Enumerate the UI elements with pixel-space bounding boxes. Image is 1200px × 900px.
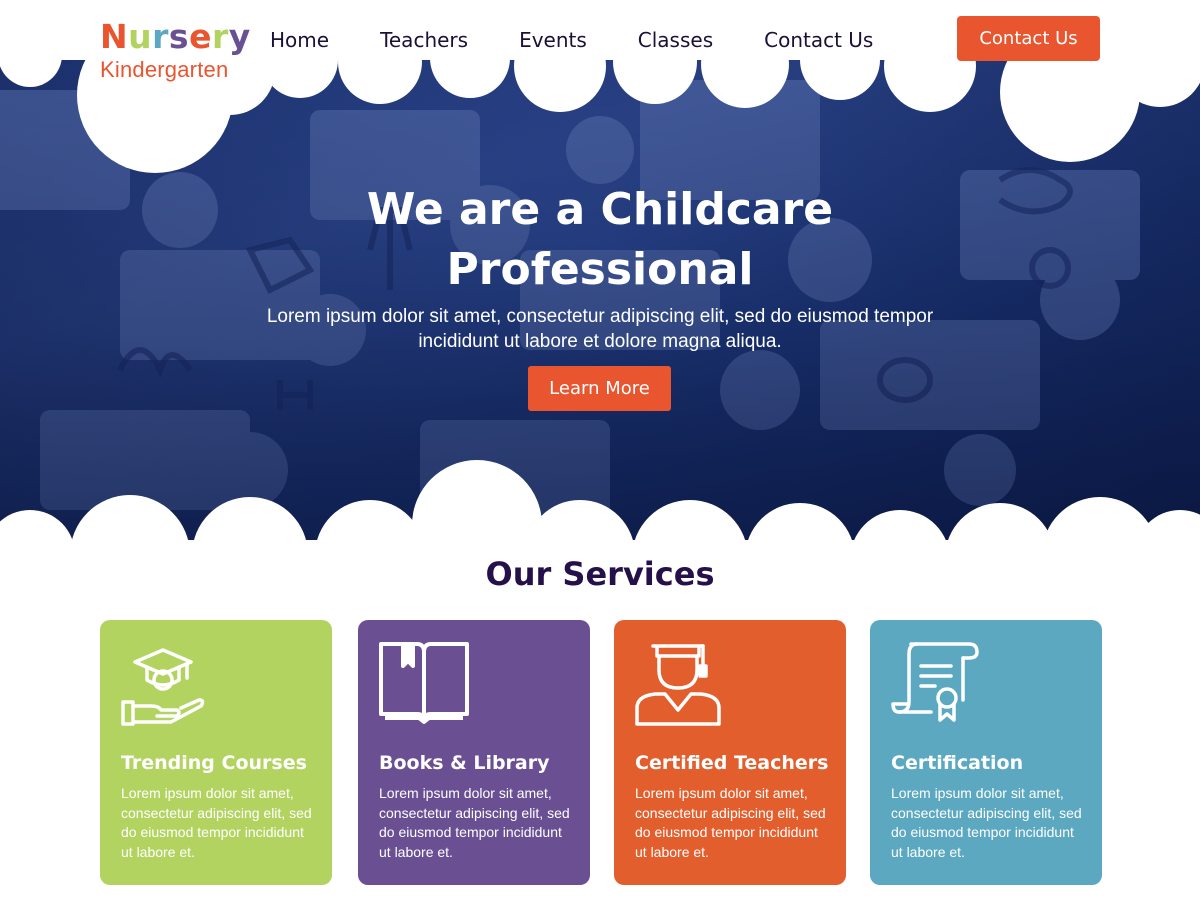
main-navigation: Home Teachers Events Classes Contact Us: [270, 27, 873, 53]
graduation-hand-icon: [121, 648, 205, 726]
logo-wordmark: N u r s e r y: [100, 17, 250, 56]
certificate-scroll-icon: [891, 642, 979, 722]
logo-subtitle: Kindergarten: [100, 57, 229, 82]
nav-item-home[interactable]: Home: [270, 27, 329, 53]
logo-letter: r: [152, 17, 169, 56]
service-card-certification[interactable]: Certification Lorem ipsum dolor sit amet…: [870, 620, 1102, 885]
card-description: Lorem ipsum dolor sit amet, consectetur …: [635, 785, 826, 860]
card-description: Lorem ipsum dolor sit amet, consectetur …: [379, 785, 570, 860]
nav-item-teachers[interactable]: Teachers: [380, 27, 468, 53]
card-description: Lorem ipsum dolor sit amet, consectetur …: [891, 785, 1082, 860]
logo-letter: y: [228, 17, 251, 56]
card-title: Certified Teachers: [635, 752, 829, 774]
logo-letter: u: [128, 17, 153, 56]
card-title: Books & Library: [379, 752, 550, 774]
learn-more-button[interactable]: Learn More: [528, 366, 671, 411]
logo-letter: s: [168, 17, 190, 56]
hero-title: We are a Childcare Professional: [366, 184, 834, 295]
nav-item-contact-us[interactable]: Contact Us: [764, 27, 873, 53]
logo-letter: r: [211, 17, 229, 56]
hero-subtitle: Lorem ipsum dolor sit amet, consectetur …: [266, 306, 934, 352]
service-card-trending-courses[interactable]: Trending Courses Lorem ipsum dolor sit a…: [100, 620, 332, 885]
services-cards: Trending Courses Lorem ipsum dolor sit a…: [100, 620, 1102, 885]
nav-item-classes[interactable]: Classes: [638, 27, 713, 53]
site-logo[interactable]: N u r s e r y Kindergarten: [100, 17, 250, 83]
card-title: Certification: [891, 752, 1024, 774]
card-description: Lorem ipsum dolor sit amet, consectetur …: [121, 785, 312, 860]
contact-us-button[interactable]: Contact Us: [957, 16, 1100, 61]
service-card-certified-teachers[interactable]: Certified Teachers Lorem ipsum dolor sit…: [614, 620, 846, 885]
nav-item-events[interactable]: Events: [519, 27, 587, 53]
service-card-books-library[interactable]: Books & Library Lorem ipsum dolor sit am…: [358, 620, 590, 885]
open-book-icon: [379, 642, 469, 724]
services-heading: Our Services: [485, 555, 715, 593]
card-title: Trending Courses: [121, 752, 307, 774]
graduate-teacher-icon: [635, 644, 721, 726]
logo-letter: e: [189, 17, 212, 56]
bottom-cloud-border: [0, 460, 1200, 560]
logo-letter: N: [100, 17, 129, 56]
